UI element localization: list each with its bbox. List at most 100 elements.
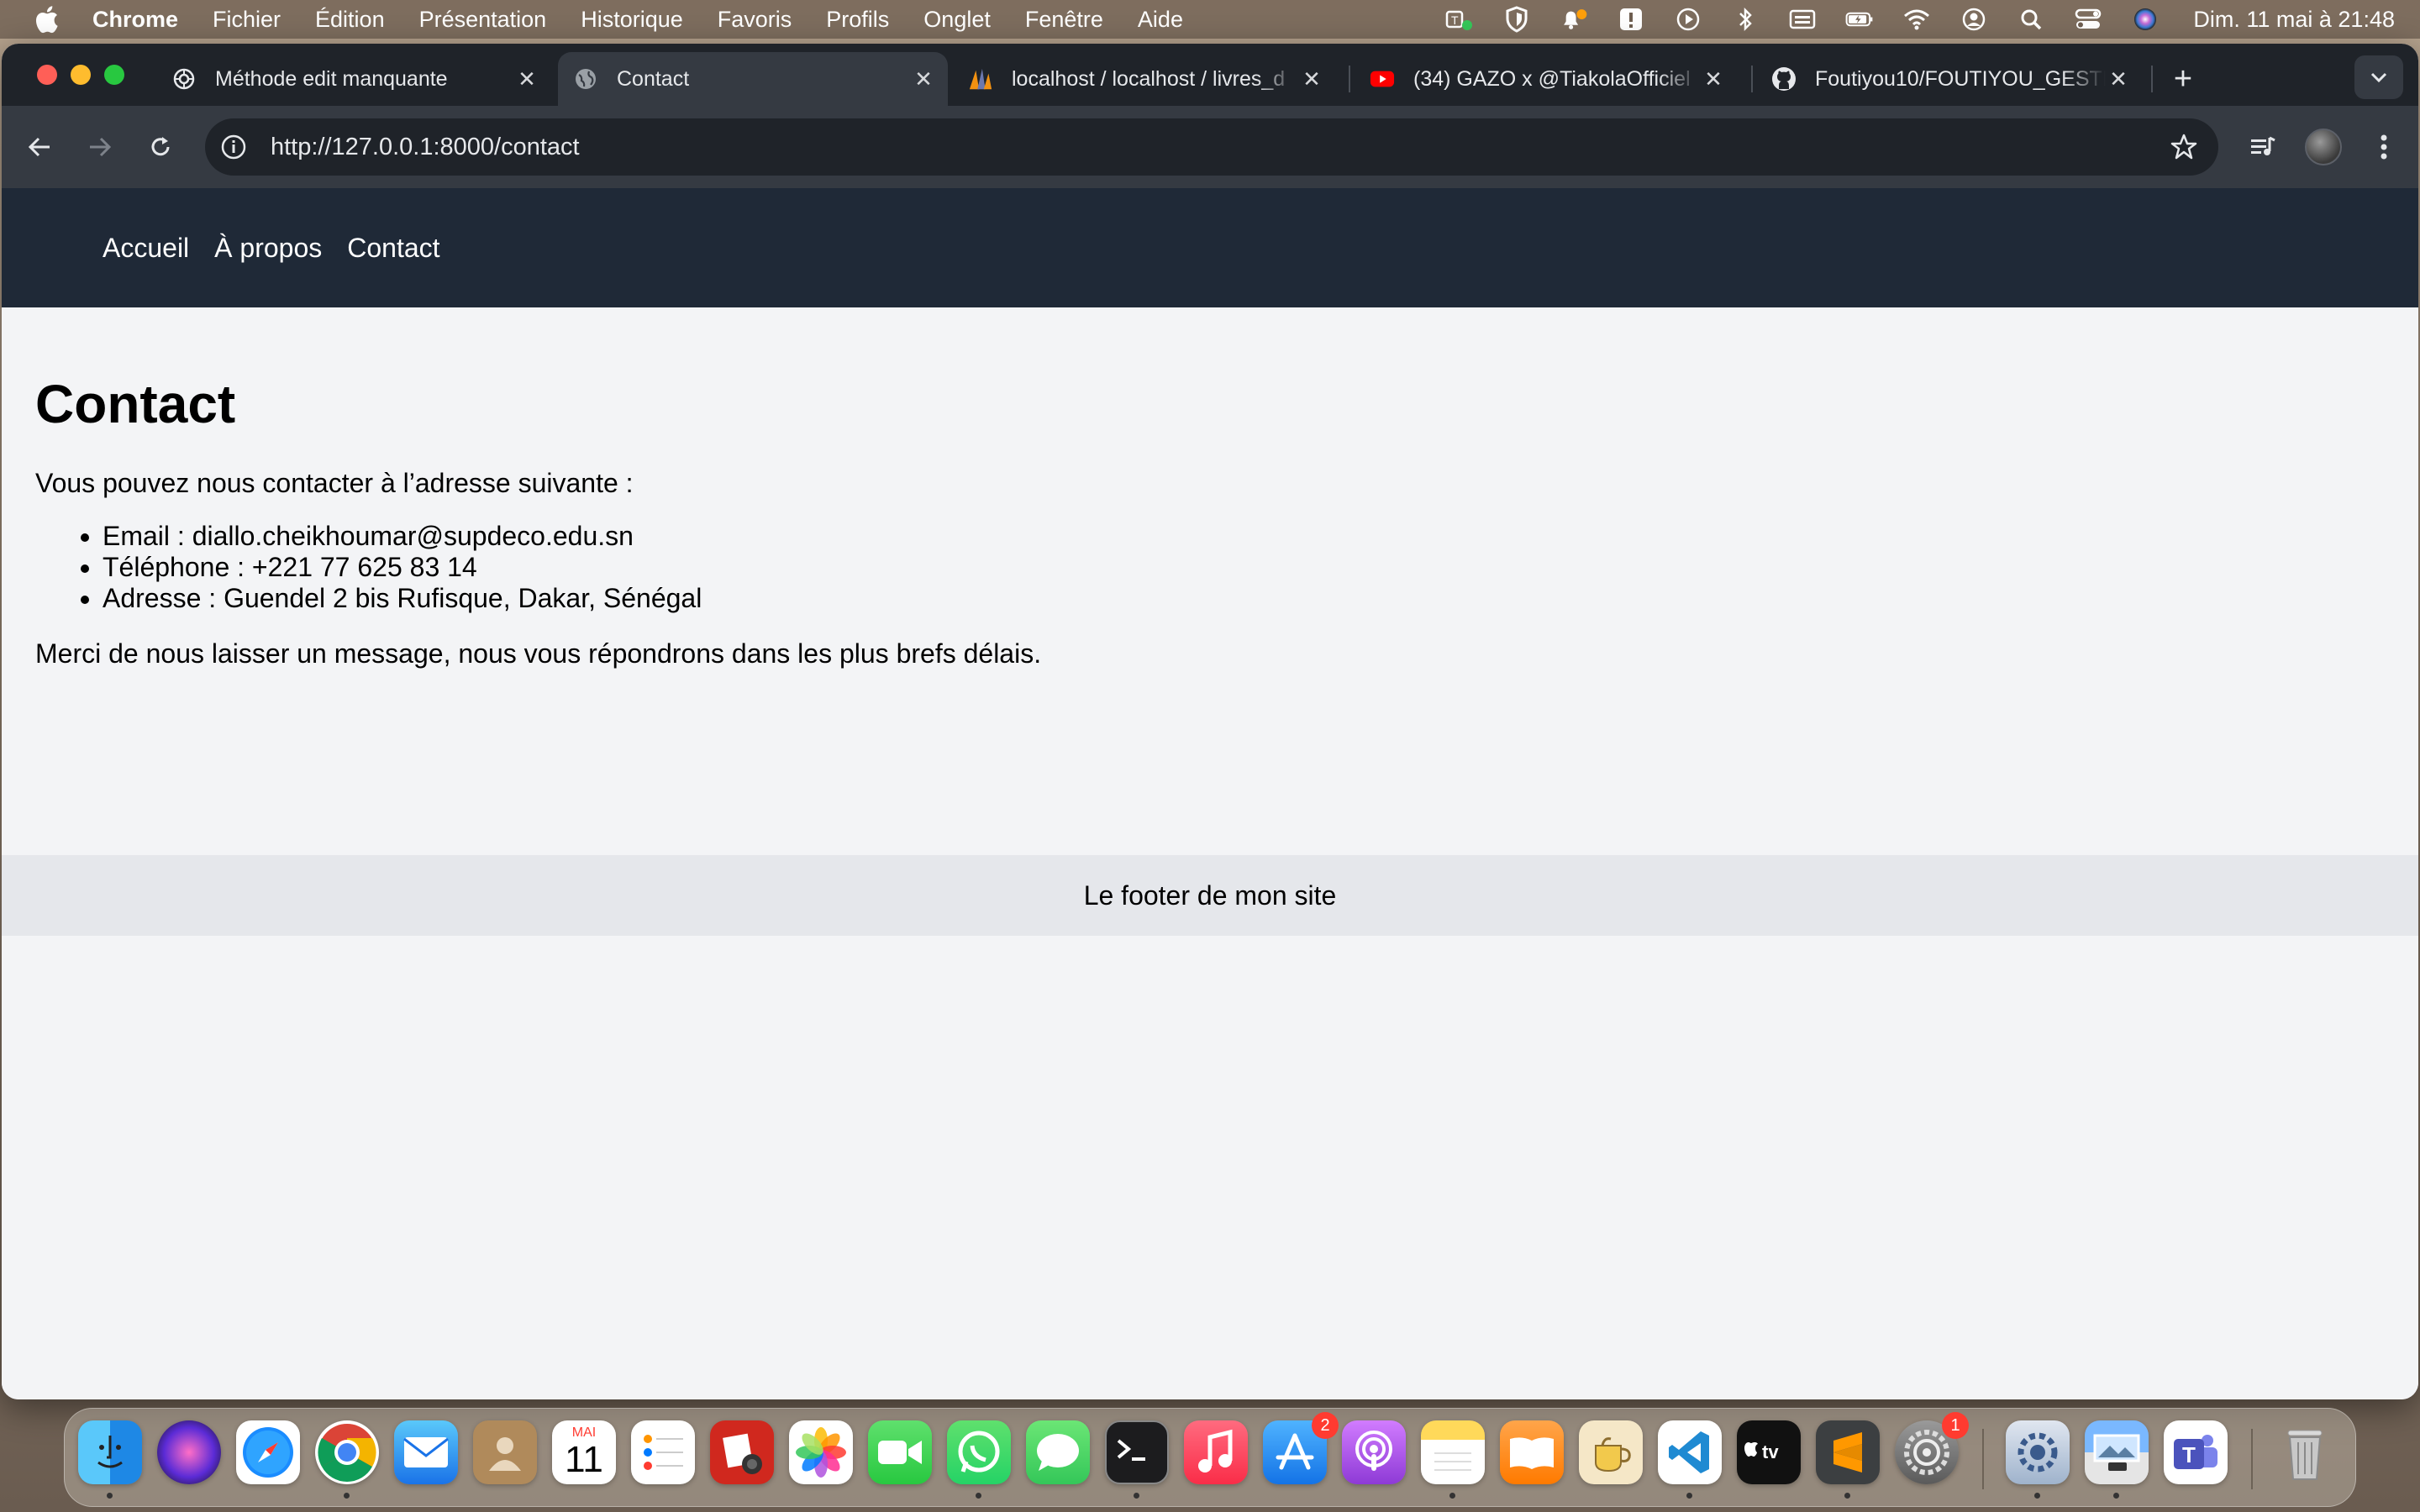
reminders-icon[interactable] (631, 1420, 695, 1484)
preview-icon[interactable] (2085, 1420, 2149, 1484)
dock-divider (2251, 1429, 2253, 1489)
keyboard-icon[interactable] (1788, 5, 1817, 34)
contact-list: Email : diallo.cheikhoumar@supdeco.edu.s… (103, 521, 2418, 614)
close-tab-icon[interactable]: ✕ (514, 66, 539, 92)
whatsapp-icon[interactable] (947, 1420, 1011, 1484)
nav-link-a-propos[interactable]: À propos (214, 233, 322, 264)
close-tab-icon[interactable]: ✕ (911, 66, 936, 92)
contact-thanks: Merci de nous laisser un message, nous v… (35, 638, 1042, 669)
chrome-menu-button[interactable] (2363, 126, 2405, 168)
running-indicator (1844, 1493, 1850, 1499)
github-icon (1771, 66, 1797, 92)
dock-divider (1982, 1429, 1984, 1489)
reload-button[interactable] (139, 126, 182, 168)
url-text[interactable]: http://127.0.0.1:8000/contact (271, 134, 580, 161)
status-area: T Dim. 11 mai à 21:48 (1417, 0, 2395, 39)
calendar-icon[interactable]: MAI 11 (552, 1420, 616, 1484)
menubar-clock[interactable]: Dim. 11 mai à 21:48 (2193, 7, 2395, 33)
trash-icon[interactable] (2273, 1420, 2337, 1484)
pyzo-icon[interactable] (1579, 1420, 1643, 1484)
more-vertical-icon (2381, 134, 2387, 160)
nav-link-contact[interactable]: Contact (347, 233, 439, 264)
menu-app-name[interactable]: Chrome (92, 7, 178, 33)
fullscreen-window-button[interactable] (104, 65, 124, 85)
media-control-button[interactable] (2242, 126, 2284, 168)
terminal-icon[interactable] (1105, 1420, 1169, 1484)
tab-search-button[interactable] (2354, 55, 2403, 99)
close-tab-icon[interactable]: ✕ (1701, 66, 1726, 92)
running-indicator (2034, 1493, 2040, 1499)
photo-booth-icon[interactable] (710, 1420, 774, 1484)
books-icon[interactable] (1500, 1420, 1564, 1484)
avatar (2305, 129, 2342, 165)
address-bar[interactable]: http://127.0.0.1:8000/contact (205, 118, 2218, 176)
podcasts-icon[interactable] (1342, 1420, 1406, 1484)
menu-aide[interactable]: Aide (1138, 7, 1183, 33)
apple-menu-icon[interactable] (34, 5, 64, 34)
messages-icon[interactable] (1026, 1420, 1090, 1484)
menu-historique[interactable]: Historique (581, 7, 683, 33)
contact-intro: Vous pouvez nous contacter à l’adresse s… (35, 468, 634, 498)
svg-text:tv: tv (1762, 1441, 1779, 1462)
notification-bell-icon[interactable] (1560, 5, 1588, 34)
battery-icon[interactable] (1845, 5, 1874, 34)
menu-presentation[interactable]: Présentation (419, 7, 547, 33)
site-info-icon[interactable] (218, 132, 249, 162)
siri-icon[interactable] (2131, 5, 2160, 34)
wifi-icon[interactable] (1902, 5, 1931, 34)
user-icon[interactable] (1960, 5, 1988, 34)
profile-button[interactable] (2302, 126, 2344, 168)
tab-phpmyadmin[interactable]: localhost / localhost / livres_d ✕ (953, 52, 1336, 106)
settings-badge: 1 (1942, 1412, 1969, 1439)
phpmyadmin-icon (968, 66, 993, 92)
teams-icon[interactable]: T (2164, 1420, 2228, 1484)
vscode-icon[interactable] (1658, 1420, 1722, 1484)
sublime-text-icon[interactable] (1816, 1420, 1880, 1484)
arrow-right-icon (90, 137, 112, 157)
safari-icon[interactable] (236, 1420, 300, 1484)
new-tab-button[interactable]: + (2165, 60, 2202, 97)
close-tab-icon[interactable]: ✕ (2106, 66, 2131, 92)
play-icon[interactable] (1674, 5, 1702, 34)
close-tab-icon[interactable]: ✕ (1299, 66, 1324, 92)
tab-contact[interactable]: Contact ✕ (558, 52, 948, 106)
chrome-icon[interactable] (315, 1420, 379, 1484)
nav-link-accueil[interactable]: Accueil (103, 233, 189, 264)
preferences-icon[interactable] (2006, 1420, 2070, 1484)
menu-favoris[interactable]: Favoris (718, 7, 792, 33)
close-window-button[interactable] (37, 65, 57, 85)
contact-email: Email : diallo.cheikhoumar@supdeco.edu.s… (103, 521, 2418, 552)
contact-address: Adresse : Guendel 2 bis Rufisque, Dakar,… (103, 583, 2418, 614)
alert-icon[interactable] (1617, 5, 1645, 34)
finder-icon[interactable] (78, 1420, 142, 1484)
bookmark-star-icon[interactable] (2168, 131, 2200, 163)
menu-edition[interactable]: Édition (315, 7, 385, 33)
contacts-icon[interactable] (473, 1420, 537, 1484)
tab-github[interactable]: Foutiyou10/FOUTIYOU_GESTI ✕ (1756, 52, 2143, 106)
notes-icon[interactable] (1421, 1420, 1485, 1484)
page-title: Contact (35, 374, 236, 434)
apple-tv-icon[interactable]: tv (1737, 1420, 1801, 1484)
tab-separator (1751, 66, 1753, 92)
tab-separator (1349, 66, 1350, 92)
vpn-shield-icon[interactable] (1502, 5, 1531, 34)
menu-fichier[interactable]: Fichier (213, 7, 281, 33)
menu-onglet[interactable]: Onglet (923, 7, 991, 33)
mail-icon[interactable] (394, 1420, 458, 1484)
bluetooth-icon[interactable] (1731, 5, 1760, 34)
tab-youtube[interactable]: (34) GAZO x @TiakolaOfficiel ✕ (1355, 52, 1738, 106)
control-center-icon[interactable] (2074, 5, 2102, 34)
back-button[interactable] (18, 126, 60, 168)
menu-fenetre[interactable]: Fenêtre (1025, 7, 1103, 33)
tab-methode-edit[interactable]: Méthode edit manquante ✕ (156, 52, 551, 106)
spotlight-search-icon[interactable] (2017, 5, 2045, 34)
tab-title: (34) GAZO x @TiakolaOfficiel (1413, 66, 1691, 91)
forward-button[interactable] (79, 126, 121, 168)
facetime-icon[interactable] (868, 1420, 932, 1484)
minimize-window-button[interactable] (71, 65, 91, 85)
photos-icon[interactable] (789, 1420, 853, 1484)
menu-profils[interactable]: Profils (826, 7, 889, 33)
teams-status-icon[interactable]: T (1445, 5, 1474, 34)
music-icon[interactable] (1184, 1420, 1248, 1484)
siri-icon[interactable] (157, 1420, 221, 1484)
